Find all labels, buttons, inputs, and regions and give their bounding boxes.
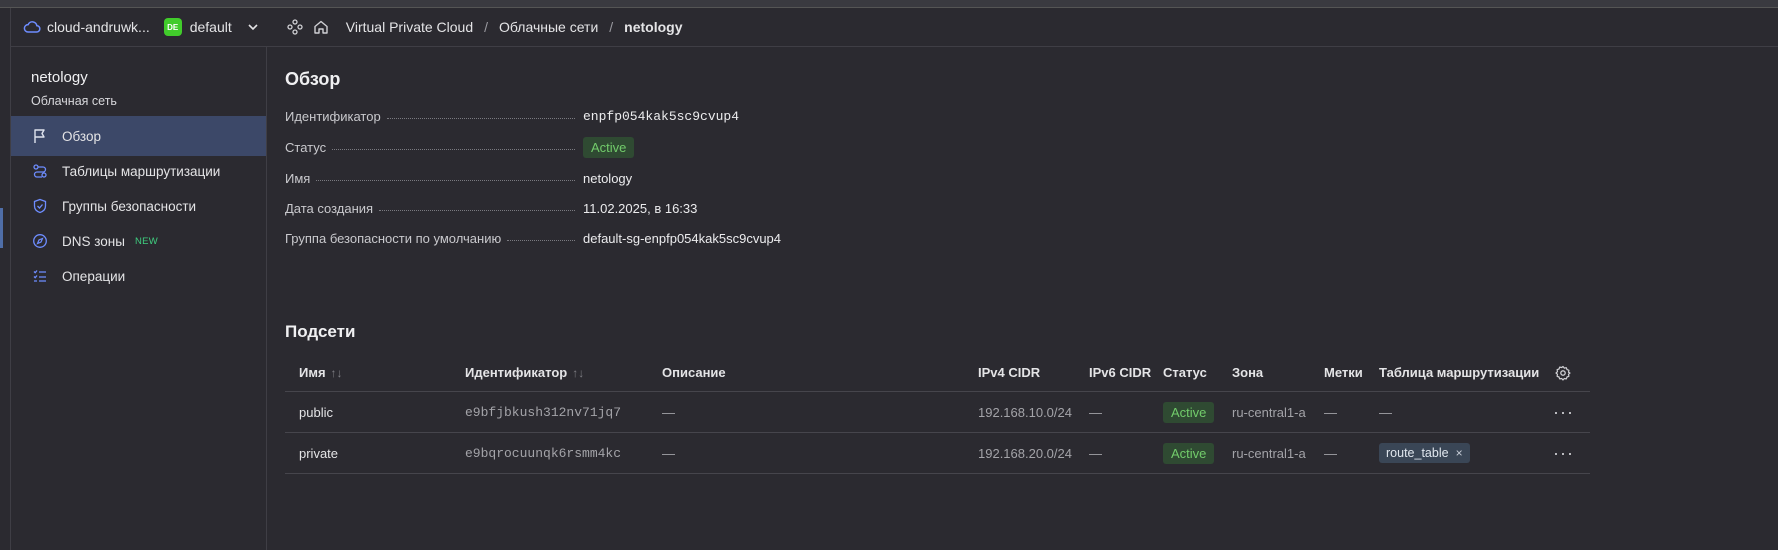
top-header: cloud-andruwk... DE default Virtual Priv…: [11, 8, 1778, 47]
breadcrumb: Virtual Private Cloud / Облачные сети / …: [346, 19, 683, 35]
flag-icon: [31, 127, 49, 145]
home-icon[interactable]: [312, 18, 330, 36]
subnets-table: Имя ↑↓ Идентификатор ↑↓ Описание IPv4 CIDR…: [285, 354, 1590, 474]
field-created: Дата создания 11.02.2025, в 16:33: [285, 197, 1485, 219]
more-actions-icon[interactable]: ···: [1553, 392, 1574, 432]
subnet-ipv4: 192.168.20.0/24: [978, 445, 1072, 461]
more-actions-icon[interactable]: ···: [1553, 433, 1574, 473]
column-header-ipv6: IPv6 CIDR: [1089, 365, 1152, 380]
column-header-name[interactable]: Имя ↑↓: [299, 354, 343, 391]
subnet-description: —: [662, 404, 675, 420]
sidebar-item-label: DNS зоны: [62, 233, 125, 249]
sidebar-item-label: Обзор: [62, 128, 101, 144]
sidebar-item-operations[interactable]: Операции: [11, 256, 266, 296]
field-status: Статус Active: [285, 136, 1485, 158]
breadcrumb-separator: /: [484, 19, 489, 35]
folder-name: default: [189, 19, 232, 35]
subnet-id: e9bfjbkush312nv71jq7: [465, 404, 622, 420]
sidebar-item-label: Группы безопасности: [62, 198, 197, 214]
table-row[interactable]: public e9bfjbkush312nv71jq7 — 192.168.10…: [285, 392, 1590, 433]
breadcrumb-vpc[interactable]: Virtual Private Cloud: [346, 19, 473, 35]
subnets-title: Подсети: [285, 322, 356, 341]
subnet-zone: ru-central1-a: [1232, 445, 1306, 461]
column-header-description: Описание: [662, 365, 726, 380]
table-header-row: Имя ↑↓ Идентификатор ↑↓ Описание IPv4 CIDR…: [285, 354, 1590, 392]
column-header-status: Статус: [1163, 365, 1207, 380]
sidebar-item-label: Таблицы маршрутизации: [62, 163, 221, 179]
main-content: Обзор Идентификатор enpfp054kak5sc9cvup4…: [285, 47, 1590, 550]
network-name-value: netology: [583, 170, 633, 186]
field-identifier: Идентификатор enpfp054kak5sc9cvup4: [285, 105, 1485, 127]
folder-badge: DE: [163, 18, 182, 36]
table-row[interactable]: private e9bqrocuunqk6rsmm4kc — 192.168.2…: [285, 433, 1590, 474]
subnet-route-table: —: [1379, 404, 1392, 420]
dotted-leader: [379, 210, 575, 211]
subnet-ipv4: 192.168.10.0/24: [978, 404, 1072, 420]
dotted-leader: [507, 240, 575, 241]
route-icon: [31, 162, 49, 180]
status-badge: Active: [583, 136, 635, 158]
network-id-value: enpfp054kak5sc9cvup4: [583, 108, 740, 124]
field-label: Имя: [285, 170, 311, 186]
sort-icon[interactable]: ↑↓: [572, 366, 584, 380]
field-label: Идентификатор: [285, 108, 381, 124]
column-header-id[interactable]: Идентификатор ↑↓: [465, 354, 584, 391]
field-label: Статус: [285, 139, 327, 155]
field-security-group: Группа безопасности по умолчанию default…: [285, 227, 1485, 249]
chevron-down-icon[interactable]: [246, 20, 260, 34]
compass-icon: [31, 232, 49, 250]
sort-icon[interactable]: ↑↓: [331, 366, 343, 380]
cloud-icon: [23, 20, 41, 34]
column-header-route-table: Таблица маршрутизации: [1379, 365, 1540, 380]
sidebar-item-dns-zones[interactable]: DNS зоны NEW: [11, 221, 266, 261]
sidebar-item-route-tables[interactable]: Таблицы маршрутизации: [11, 151, 266, 191]
column-header-ipv4: IPv4 CIDR: [978, 365, 1041, 380]
sidebar: netology Облачная сеть Обзор Таблицы мар…: [11, 47, 267, 550]
field-name: Имя netology: [285, 167, 1485, 189]
left-rail: [0, 8, 11, 550]
page-title: Обзор: [285, 69, 341, 89]
cloud-name: cloud-andruwk...: [47, 19, 150, 35]
cloud-selector[interactable]: cloud-andruwk...: [23, 19, 150, 35]
breadcrumb-separator: /: [609, 19, 614, 35]
subnet-description: —: [662, 445, 675, 461]
subnet-zone: ru-central1-a: [1232, 404, 1306, 420]
sidebar-subtitle: Облачная сеть: [31, 94, 117, 108]
status-badge: Active: [1163, 401, 1215, 423]
dotted-leader: [332, 149, 575, 150]
dotted-leader: [386, 118, 575, 119]
subnet-labels: —: [1324, 445, 1337, 461]
route-table-tag[interactable]: route_table ×: [1379, 443, 1470, 463]
subnet-id: e9bqrocuunqk6rsmm4kc: [465, 445, 622, 461]
subnet-labels: —: [1324, 404, 1337, 420]
breadcrumb-current: netology: [624, 19, 683, 35]
column-header-zone: Зона: [1232, 365, 1264, 380]
subnet-ipv6: —: [1089, 445, 1102, 461]
subnet-ipv6: —: [1089, 404, 1102, 420]
sidebar-item-overview[interactable]: Обзор: [11, 116, 266, 156]
subnet-name: private: [299, 445, 339, 461]
created-date-value: 11.02.2025, в 16:33: [583, 200, 698, 216]
sidebar-title: netology: [31, 69, 88, 86]
close-icon[interactable]: ×: [1456, 446, 1463, 460]
operations-list-icon: [31, 267, 49, 285]
breadcrumb-networks[interactable]: Облачные сети: [499, 19, 598, 35]
shield-icon: [31, 197, 49, 215]
dotted-leader: [316, 180, 575, 181]
column-header-labels: Метки: [1324, 365, 1363, 380]
status-badge: Active: [1163, 442, 1215, 464]
browser-tab-strip: [0, 0, 1778, 8]
rail-marker: [0, 208, 3, 248]
sidebar-item-security-groups[interactable]: Группы безопасности: [11, 186, 266, 226]
field-label: Дата создания: [285, 200, 374, 216]
new-badge: NEW: [134, 235, 159, 247]
field-label: Группа безопасности по умолчанию: [285, 230, 502, 246]
security-group-link[interactable]: default-sg-enpfp054kak5sc9cvup4: [583, 231, 781, 246]
subnet-name: public: [299, 404, 333, 420]
services-graph-icon[interactable]: [286, 18, 304, 36]
route-table-tag-label: route_table: [1386, 446, 1449, 460]
sidebar-item-label: Операции: [62, 268, 126, 284]
table-settings-gear-icon[interactable]: [1555, 354, 1571, 391]
folder-selector[interactable]: DE default: [150, 18, 260, 36]
